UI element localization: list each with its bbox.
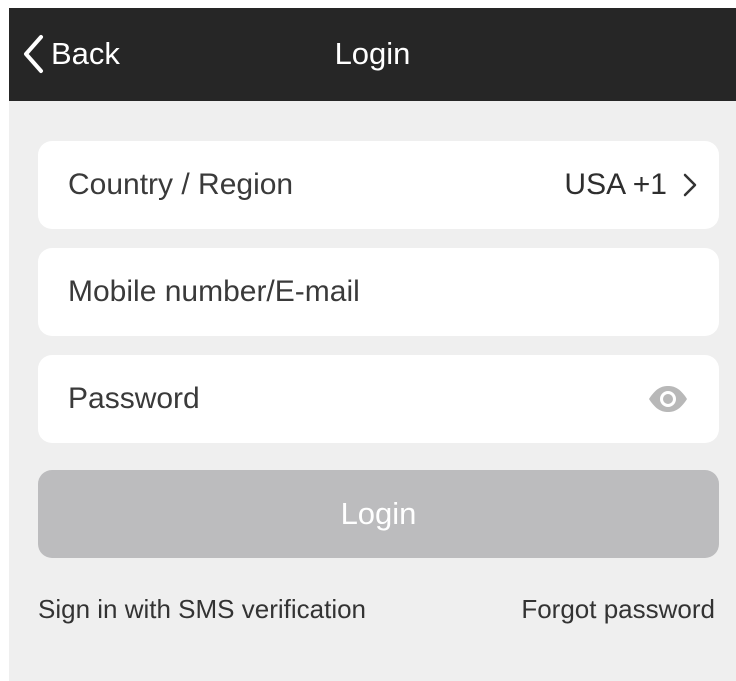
country-region-value-group: USA +1 [564,141,697,229]
password-field-card [38,355,719,443]
page-title: Login [334,36,411,71]
forgot-password-link[interactable]: Forgot password [521,592,715,626]
navigation-bar: Back Login [9,8,736,101]
country-region-value: USA +1 [564,168,667,201]
mobile-email-input[interactable] [68,248,628,336]
chevron-right-icon [683,173,697,197]
account-field-card [38,248,719,336]
country-region-selector[interactable]: Country / Region USA +1 [38,141,719,229]
login-button[interactable]: Login [38,470,719,558]
sms-signin-link[interactable]: Sign in with SMS verification [38,592,366,626]
country-region-label: Country / Region [68,168,294,201]
password-input[interactable] [68,355,628,443]
login-screen: Back Login Country / Region USA +1 Login… [9,8,736,681]
eye-icon[interactable] [647,383,689,415]
